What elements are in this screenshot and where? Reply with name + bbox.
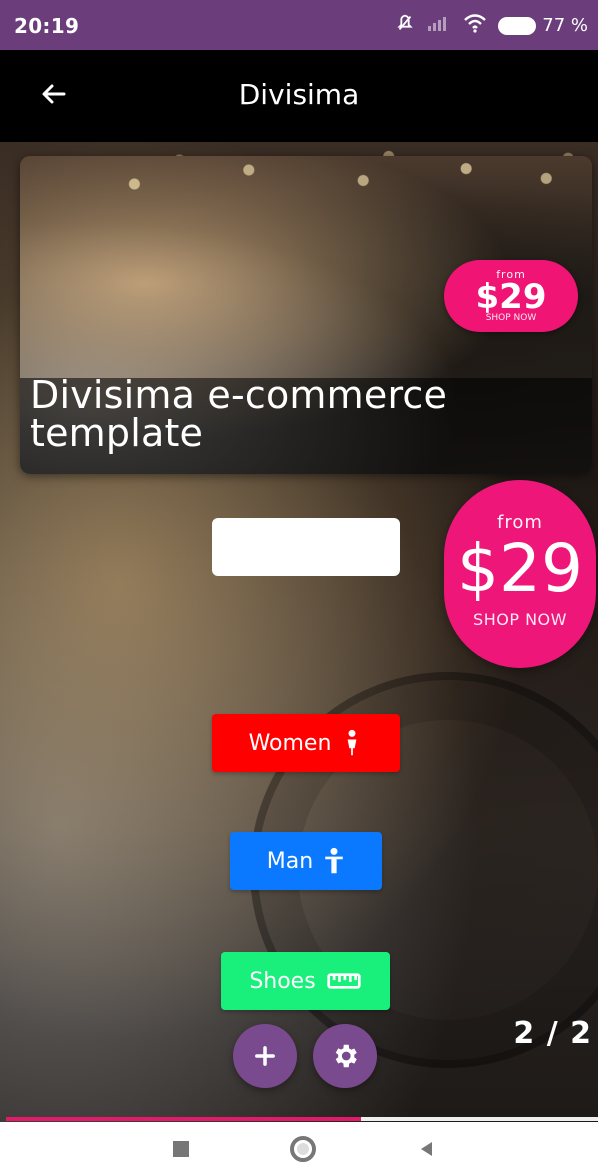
promo-badge-shop: SHOP NOW <box>473 609 567 629</box>
app-bar: Divisima <box>0 50 598 142</box>
gear-icon <box>335 1044 357 1068</box>
man-button[interactable]: Man <box>230 832 382 890</box>
male-icon <box>325 847 343 874</box>
carousel-progress <box>6 1117 598 1121</box>
wifi-icon <box>462 13 488 38</box>
banner-lights <box>20 156 592 226</box>
promo-price-badge: from $29 SHOP NOW <box>444 480 596 668</box>
home-content: from $29 SHOP NOW Divisima e-commerce te… <box>0 142 598 1122</box>
add-button[interactable] <box>233 1024 297 1088</box>
status-bar: 20:19 77 % <box>0 0 598 50</box>
banner-price-badge: from $29 SHOP NOW <box>444 260 578 332</box>
battery-percent: 77 % <box>542 15 588 36</box>
promo-badge-from: from <box>497 511 543 533</box>
banner-badge-shop: SHOP NOW <box>485 313 537 323</box>
battery: 77 % <box>498 15 588 36</box>
banner-title: Divisima e-commerce template <box>30 373 448 455</box>
recent-apps-button[interactable] <box>164 1132 198 1166</box>
man-button-label: Man <box>266 848 314 874</box>
settings-button[interactable] <box>313 1024 377 1088</box>
triangle-left-icon <box>421 1142 432 1156</box>
female-icon <box>348 729 357 756</box>
battery-icon <box>498 16 537 35</box>
plus-icon <box>255 1046 275 1066</box>
circle-icon <box>290 1136 316 1162</box>
status-icons: 77 % <box>394 12 588 39</box>
back-button[interactable] <box>410 1132 444 1166</box>
blank-white-box <box>212 518 400 576</box>
system-nav-bar <box>0 1122 598 1176</box>
hero-banner[interactable]: from $29 SHOP NOW Divisima e-commerce te… <box>20 156 592 474</box>
promo-badge-price: $29 <box>457 529 583 607</box>
shoes-button-label: Shoes <box>249 968 316 994</box>
carousel-progress-fill <box>6 1117 362 1121</box>
app-title: Divisima <box>238 78 360 111</box>
banner-badge-price: $29 <box>475 277 547 317</box>
shoes-button[interactable]: Shoes <box>221 952 390 1010</box>
square-icon <box>173 1141 189 1157</box>
banner-badge-from: from <box>496 268 526 281</box>
home-button[interactable] <box>286 1132 320 1166</box>
women-button-label: Women <box>248 730 332 756</box>
women-button[interactable]: Women <box>212 714 400 772</box>
ruler-icon <box>327 973 361 989</box>
mute-icon <box>394 12 416 39</box>
carousel-counter: 2 / 2 <box>513 1016 592 1051</box>
status-time: 20:19 <box>14 14 80 38</box>
signal-icon <box>426 14 452 37</box>
